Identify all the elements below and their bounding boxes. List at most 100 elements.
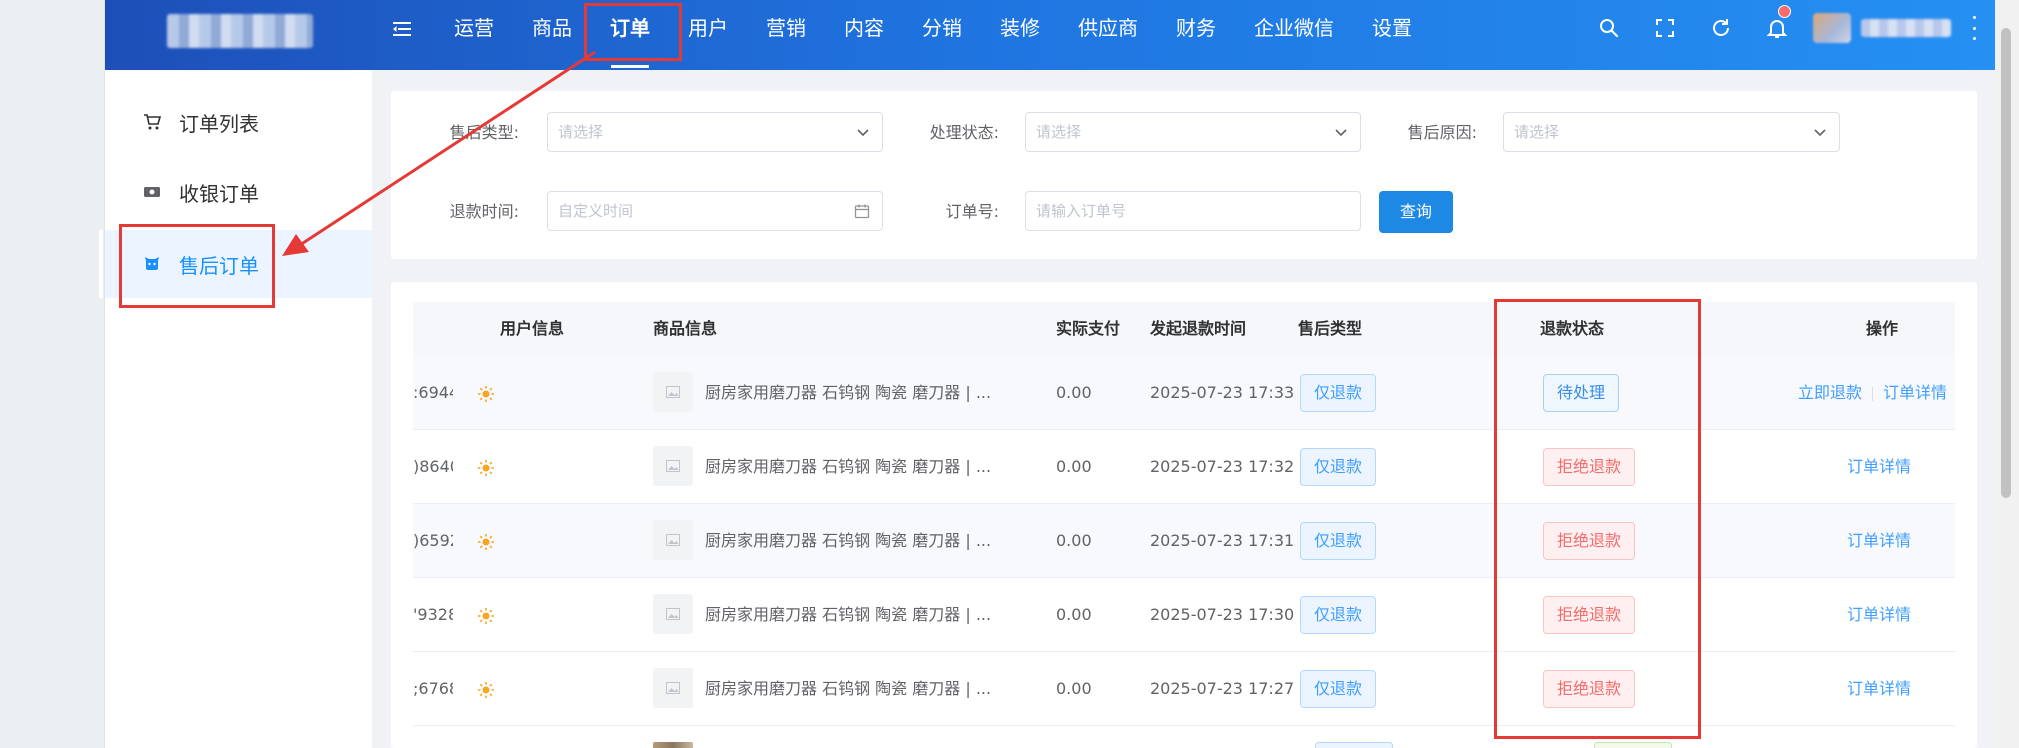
scrollbar-thumb[interactable]	[2001, 28, 2011, 498]
refund-status-tag: 拒绝退款	[1543, 522, 1636, 560]
nav-item-settings[interactable]: 设置	[1353, 0, 1431, 70]
row-actions: 订单详情	[1847, 504, 1911, 578]
aftersale-table: 用户信息 商品信息 实际支付 发起退款时间 售后类型 退款状态 操作 :6944…	[391, 282, 1977, 748]
row-actions: 订单详情	[1847, 578, 1911, 652]
sun-icon	[478, 682, 494, 698]
product-thumbnail[interactable]	[653, 668, 693, 708]
sidebar-item-aftersale-orders[interactable]: 售后订单	[99, 230, 372, 298]
refund-time-picker[interactable]: 自定义时间	[547, 191, 883, 231]
nav-item-user[interactable]: 用户	[669, 0, 747, 70]
table-header: 用户信息 商品信息 实际支付 发起退款时间 售后类型 退款状态 操作	[413, 302, 1955, 356]
sun-icon	[478, 608, 494, 624]
order-detail-link[interactable]: 订单详情	[1847, 457, 1911, 476]
avatar[interactable]	[1813, 13, 1851, 43]
calendar-icon	[854, 204, 870, 219]
sun-icon	[478, 534, 494, 550]
nav-item-finance[interactable]: 财务	[1157, 0, 1235, 70]
table-row: )6592 厨房家用磨刀器 石钨钢 陶瓷 磨刀器 | ... 0.00 2025…	[413, 504, 1955, 578]
aftersale-reason-label: 售后原因:	[1407, 123, 1477, 142]
order-no-tail: :6944	[413, 383, 453, 402]
order-no-tail: ;6768	[413, 679, 453, 698]
sidebar-item-label: 收银订单	[179, 181, 259, 206]
actual-pay: 0.00	[1056, 679, 1092, 698]
order-detail-link[interactable]: 订单详情	[1847, 531, 1911, 550]
product-name: 厨房家用磨刀器 石钨钢 陶瓷 磨刀器 | ...	[705, 605, 992, 624]
nav-item-supplier[interactable]: 供应商	[1059, 0, 1157, 70]
product-thumbnail[interactable]	[653, 446, 693, 486]
table-row: :6944 厨房家用磨刀器 石钨钢 陶瓷 磨刀器 | ... 0.00 2025…	[413, 356, 1955, 430]
filter-panel: 售后类型: 请选择 处理状态: 请选择 售后原因: 请选择 退款时间: 自定义时…	[391, 91, 1977, 259]
actual-pay: 0.00	[1056, 605, 1092, 624]
th-product-info: 商品信息	[653, 319, 718, 338]
aftersale-type-tag: 仅退款	[1300, 596, 1377, 634]
cashier-icon	[143, 183, 161, 201]
order-detail-link[interactable]: 订单详情	[1847, 605, 1911, 624]
refund-status-tag	[1594, 742, 1672, 748]
row-actions: 订单详情	[1847, 652, 1911, 726]
table-row: ;6768 厨房家用磨刀器 石钨钢 陶瓷 磨刀器 | ... 0.00 2025…	[413, 652, 1955, 726]
username-blurred[interactable]	[1861, 19, 1951, 37]
order-detail-link[interactable]: 订单详情	[1883, 383, 1947, 402]
nav-item-operation[interactable]: 运营	[435, 0, 513, 70]
refund-time: 2025-07-23 17:31	[1150, 531, 1295, 550]
aftersale-icon	[143, 255, 161, 273]
search-icon[interactable]	[1581, 0, 1637, 56]
process-status-select[interactable]: 请选择	[1025, 112, 1361, 152]
th-actual-pay: 实际支付	[1056, 319, 1121, 338]
select-placeholder: 请选择	[1036, 123, 1082, 141]
select-placeholder: 请选择	[1514, 123, 1560, 141]
product-thumbnail	[653, 742, 693, 748]
sidebar-item-order-list[interactable]: 订单列表	[105, 88, 372, 156]
nav-item-order[interactable]: 订单	[591, 0, 669, 70]
product-thumbnail[interactable]	[653, 520, 693, 560]
image-placeholder-icon	[666, 534, 680, 546]
chevron-down-icon	[857, 129, 869, 137]
th-operation: 操作	[1866, 319, 1899, 338]
product-thumbnail[interactable]	[653, 372, 693, 412]
sun-icon	[478, 386, 494, 402]
nav-item-distribution[interactable]: 分销	[903, 0, 981, 70]
fullscreen-icon[interactable]	[1637, 0, 1693, 56]
nav-item-decoration[interactable]: 装修	[981, 0, 1059, 70]
refund-now-link[interactable]: 立即退款	[1798, 383, 1862, 402]
aftersale-type-label: 售后类型:	[449, 123, 519, 142]
top-navbar: 运营 商品 订单 用户 营销 内容 分销 装修 供应商 财务 企业微信 设置	[105, 0, 1995, 70]
sidebar-item-label: 订单列表	[179, 111, 259, 136]
refund-status-tag: 拒绝退款	[1543, 448, 1636, 486]
aftersale-reason-select[interactable]: 请选择	[1503, 112, 1840, 152]
th-refund-status: 退款状态	[1540, 319, 1605, 338]
nav-item-wecom[interactable]: 企业微信	[1235, 0, 1353, 70]
more-icon[interactable]	[1967, 16, 1981, 40]
bell-icon[interactable]	[1749, 0, 1805, 56]
chevron-down-icon	[1814, 129, 1826, 137]
input-placeholder: 请输入订单号	[1036, 202, 1127, 220]
product-name: 厨房家用磨刀器 石钨钢 陶瓷 磨刀器 | ...	[705, 383, 992, 402]
select-placeholder: 请选择	[558, 123, 604, 141]
refund-time: 2025-07-23 17:33	[1150, 383, 1295, 402]
page-scrollbar[interactable]	[1995, 0, 2019, 748]
image-placeholder-icon	[666, 682, 680, 694]
image-placeholder-icon	[666, 608, 680, 620]
query-button[interactable]: 查询	[1379, 191, 1453, 233]
table-row: '9328 厨房家用磨刀器 石钨钢 陶瓷 磨刀器 | ... 0.00 2025…	[413, 578, 1955, 652]
aftersale-type-tag: 仅退款	[1300, 374, 1377, 412]
aftersale-type-select[interactable]: 请选择	[547, 112, 883, 152]
refresh-icon[interactable]	[1693, 0, 1749, 56]
nav-item-marketing[interactable]: 营销	[747, 0, 825, 70]
menu-toggle-icon[interactable]	[391, 18, 413, 40]
refund-status-tag: 拒绝退款	[1543, 670, 1636, 708]
sidebar-item-cashier-orders[interactable]: 收银订单	[105, 158, 372, 226]
product-thumbnail[interactable]	[653, 594, 693, 634]
cart-icon	[143, 113, 161, 131]
nav-item-product[interactable]: 商品	[513, 0, 591, 70]
order-no-input[interactable]: 请输入订单号	[1025, 191, 1361, 231]
image-placeholder-icon	[666, 460, 680, 472]
image-placeholder-icon	[666, 386, 680, 398]
order-no-tail: )6592	[413, 531, 453, 550]
order-detail-link[interactable]: 订单详情	[1847, 679, 1911, 698]
nav-item-content[interactable]: 内容	[825, 0, 903, 70]
actual-pay: 0.00	[1056, 531, 1092, 550]
row-actions: 订单详情	[1847, 430, 1911, 504]
order-no-label: 订单号:	[945, 202, 999, 221]
date-placeholder: 自定义时间	[558, 202, 634, 220]
